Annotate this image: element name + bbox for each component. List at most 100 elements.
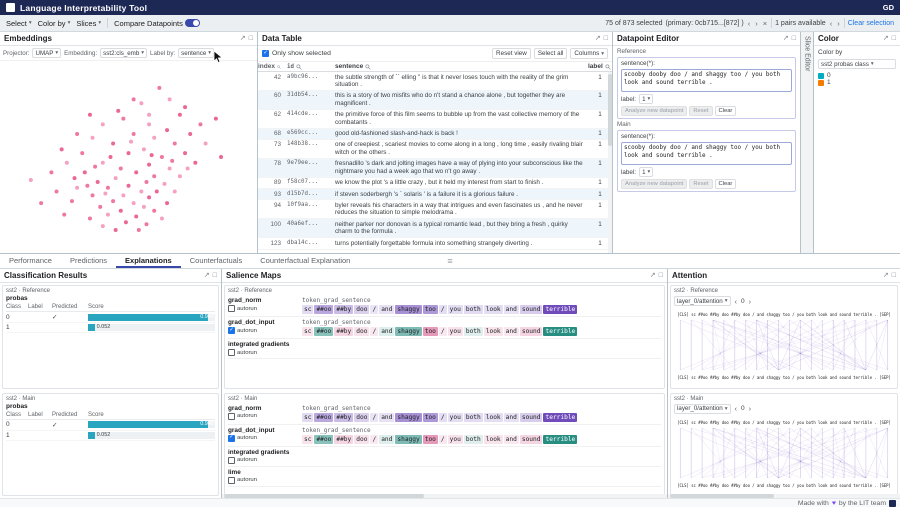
color-by-menu[interactable]: Color by ▾ — [38, 19, 71, 28]
autorun-checkbox[interactable]: ✓ — [228, 327, 235, 334]
scatter-point[interactable] — [152, 209, 156, 213]
scatter-point[interactable] — [147, 195, 151, 199]
autorun-checkbox[interactable] — [228, 457, 235, 464]
sentence-input[interactable]: scooby dooby doo / and shaggy too / you … — [621, 142, 792, 165]
scatter-point[interactable] — [178, 174, 182, 178]
salience-token[interactable]: doo — [354, 305, 369, 314]
salience-token[interactable]: look — [484, 327, 503, 336]
scatter-point[interactable] — [29, 178, 33, 182]
salience-token[interactable]: look — [484, 435, 503, 444]
salience-token[interactable]: you — [448, 435, 463, 444]
table-row[interactable]: 42a9bc96...the subtle strength of `` ell… — [258, 72, 612, 91]
scatter-point[interactable] — [219, 155, 223, 159]
scatter-point[interactable] — [142, 147, 146, 151]
scatter-point[interactable] — [121, 117, 125, 121]
scatter-point[interactable] — [49, 170, 53, 174]
autorun-control[interactable]: autorun — [228, 477, 298, 484]
autorun-checkbox[interactable]: ✓ — [228, 435, 235, 442]
autorun-checkbox[interactable] — [228, 305, 235, 312]
scatter-point[interactable] — [155, 190, 159, 194]
salience-token[interactable]: you — [448, 305, 463, 314]
scatter-point[interactable] — [75, 132, 79, 136]
scatter-point[interactable] — [132, 97, 136, 101]
salience-token[interactable]: both — [464, 413, 483, 422]
salience-token[interactable]: ##oo — [314, 327, 333, 336]
scatter-point[interactable] — [147, 122, 151, 126]
maximize-icon[interactable]: □ — [659, 272, 663, 279]
salience-token[interactable]: sound — [520, 413, 543, 422]
scatter-point[interactable] — [55, 190, 59, 194]
scatter-point[interactable] — [157, 86, 161, 90]
table-row[interactable]: 62414cde...the primitive force of this f… — [258, 110, 612, 129]
scatter-point[interactable] — [186, 167, 190, 171]
scatter-point[interactable] — [173, 190, 177, 194]
scatter-point[interactable] — [129, 140, 133, 144]
scatter-point[interactable] — [214, 117, 218, 121]
salience-token[interactable]: / — [439, 435, 447, 444]
salience-token[interactable]: doo — [354, 413, 369, 422]
autorun-control[interactable]: autorun — [228, 305, 298, 312]
reset-button[interactable]: Reset — [689, 179, 712, 189]
prev-datapoint-icon[interactable]: ‹ — [747, 19, 752, 28]
scatter-point[interactable] — [152, 174, 156, 178]
scatter-point[interactable] — [170, 159, 174, 163]
salience-token[interactable]: and — [504, 413, 519, 422]
popout-icon[interactable]: ↗ — [204, 272, 210, 279]
next-head-icon[interactable]: › — [748, 297, 753, 306]
salience-scrollbar[interactable] — [222, 494, 667, 498]
embeddings-scatter[interactable] — [0, 61, 257, 253]
attention-layer-select[interactable]: layer_0/attention▾ — [674, 404, 731, 414]
salience-token[interactable]: / — [439, 413, 447, 422]
salience-token[interactable]: too — [423, 305, 438, 314]
scatter-point[interactable] — [134, 170, 138, 174]
autorun-checkbox[interactable] — [228, 349, 235, 356]
projector-select[interactable]: UMAP ▾ — [32, 48, 61, 58]
scatter-point[interactable] — [160, 216, 164, 220]
scatter-point[interactable] — [139, 190, 143, 194]
salience-token[interactable]: shaggy — [395, 413, 421, 422]
salience-token[interactable]: ##by — [334, 327, 353, 336]
slice-editor-collapsed-tab[interactable]: Slice Editor — [801, 32, 814, 253]
scatter-point[interactable] — [183, 151, 187, 155]
scatter-point[interactable] — [144, 180, 148, 184]
scatter-point[interactable] — [91, 136, 95, 140]
popout-icon[interactable]: ↗ — [595, 35, 601, 42]
scatter-point[interactable] — [147, 113, 151, 117]
salience-token[interactable]: ##by — [334, 435, 353, 444]
scatter-point[interactable] — [80, 151, 84, 155]
label-select[interactable]: 1▾ — [639, 94, 653, 104]
tab-counterfactuals[interactable]: Counterfactuals — [181, 254, 252, 268]
scatter-point[interactable] — [88, 216, 92, 220]
popout-icon[interactable]: ↗ — [783, 35, 789, 42]
columns-button[interactable]: Columns ▾ — [570, 48, 608, 59]
scatter-point[interactable] — [116, 109, 120, 113]
scatter-point[interactable] — [111, 199, 115, 203]
table-row[interactable]: 10040a6ef...neither parker nor donovan i… — [258, 219, 612, 238]
salience-token[interactable]: doo — [354, 327, 369, 336]
salience-token[interactable]: sound — [520, 435, 543, 444]
only-show-selected-checkbox[interactable]: ✓ — [262, 50, 269, 57]
scatter-point[interactable] — [106, 186, 110, 190]
salience-token[interactable]: both — [464, 305, 483, 314]
salience-token[interactable]: sound — [520, 305, 543, 314]
table-row[interactable]: 68e569cc...good old-fashioned slash-and-… — [258, 129, 612, 140]
salience-token[interactable]: terrible — [543, 327, 577, 336]
scatter-point[interactable] — [39, 201, 43, 205]
autorun-control[interactable]: ✓autorun — [228, 435, 298, 442]
tab-counterfactual-explanation[interactable]: Counterfactual Explanation — [251, 254, 359, 268]
analyze-new-datapoint-button[interactable]: Analyze new datapoint — [621, 179, 687, 189]
column-header-id[interactable]: id — [284, 64, 332, 70]
scatter-point[interactable] — [109, 155, 113, 159]
salience-token[interactable]: shaggy — [395, 435, 421, 444]
maximize-icon[interactable]: □ — [892, 272, 896, 279]
slices-menu[interactable]: Slices ▾ — [76, 19, 101, 28]
salience-token[interactable]: sc — [302, 327, 313, 336]
scatter-point[interactable] — [101, 122, 105, 126]
scatter-point[interactable] — [139, 101, 143, 105]
next-head-icon[interactable]: › — [748, 404, 753, 413]
autorun-checkbox[interactable] — [228, 413, 235, 420]
scatter-point[interactable] — [173, 142, 177, 146]
scatter-point[interactable] — [65, 161, 69, 165]
scatter-point[interactable] — [124, 220, 128, 224]
salience-token[interactable]: terrible — [543, 435, 577, 444]
